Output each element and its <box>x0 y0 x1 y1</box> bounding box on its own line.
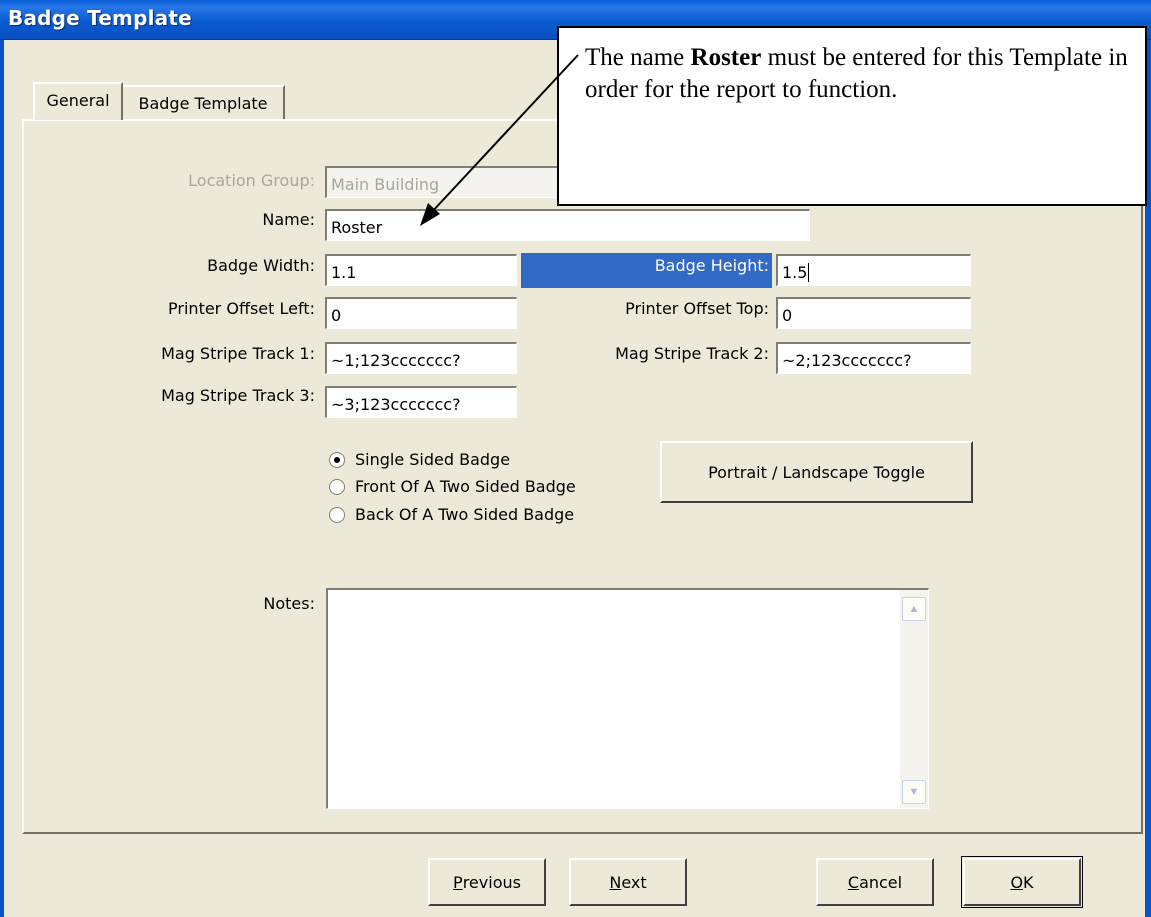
badge-width-label: Badge Width: <box>207 256 315 275</box>
tab-general-label: General <box>46 91 110 110</box>
radio-back-two-sided-control[interactable] <box>329 506 345 523</box>
name-label: Name: <box>262 210 315 229</box>
notes-text <box>328 590 928 598</box>
notes-label: Notes: <box>263 594 315 613</box>
radio-front-two-sided-label: Front Of A Two Sided Badge <box>355 477 576 496</box>
callout-text-before: The name <box>585 44 691 71</box>
location-group-label: Location Group: <box>188 171 315 190</box>
tab-general[interactable]: General <box>33 82 123 120</box>
radio-front-two-sided[interactable]: Front Of A Two Sided Badge <box>329 477 576 496</box>
badge-height-field[interactable]: 1.5 <box>776 254 971 286</box>
location-group-field: Main Building <box>325 166 585 198</box>
cancel-label: ancel <box>859 872 903 892</box>
printer-offset-left-label: Printer Offset Left: <box>168 299 315 318</box>
cancel-mnemonic: C <box>847 872 860 892</box>
printer-offset-top-label: Printer Offset Top: <box>625 299 769 318</box>
notes-textarea[interactable]: ▲ ▼ <box>326 588 929 809</box>
portrait-landscape-toggle-button[interactable]: Portrait / Landscape Toggle <box>660 441 973 503</box>
next-label: ext <box>621 872 647 892</box>
badge-height-value: 1.5 <box>782 263 808 282</box>
mag-stripe-track-2-field[interactable]: ~2;123ccccccc? <box>776 342 971 374</box>
ok-mnemonic: O <box>1010 872 1024 892</box>
printer-offset-left-field[interactable]: 0 <box>325 297 517 329</box>
window-title: Badge Template <box>8 6 192 30</box>
mag-stripe-track-1-label: Mag Stripe Track 1: <box>161 344 315 363</box>
radio-single-sided-control[interactable] <box>329 451 345 468</box>
callout-text-bold: Roster <box>690 44 762 71</box>
scroll-up-arrow-icon[interactable]: ▲ <box>902 597 926 621</box>
radio-back-two-sided[interactable]: Back Of A Two Sided Badge <box>329 505 574 524</box>
next-button[interactable]: Next <box>569 858 687 906</box>
next-mnemonic: N <box>609 872 622 892</box>
scroll-down-arrow-icon[interactable]: ▼ <box>902 780 926 804</box>
mag-stripe-track-2-label: Mag Stripe Track 2: <box>615 344 769 363</box>
printer-offset-top-field[interactable]: 0 <box>776 297 971 329</box>
mag-stripe-track-3-field[interactable]: ~3;123ccccccc? <box>325 386 517 418</box>
annotation-callout: The name Roster must be entered for this… <box>557 26 1147 206</box>
ok-label: K <box>1023 872 1034 892</box>
previous-mnemonic: P <box>453 872 463 892</box>
badge-width-field[interactable]: 1.1 <box>325 254 517 286</box>
notes-scrollbar[interactable]: ▲ ▼ <box>900 590 928 808</box>
text-cursor <box>808 263 810 282</box>
radio-back-two-sided-label: Back Of A Two Sided Badge <box>355 505 575 524</box>
cancel-button[interactable]: Cancel <box>816 858 934 906</box>
badge-height-label: Badge Height: <box>654 256 769 275</box>
portrait-landscape-toggle-label: Portrait / Landscape Toggle <box>708 462 925 482</box>
name-field[interactable]: Roster <box>325 209 810 241</box>
tab-badge-template[interactable]: Badge Template <box>123 85 285 120</box>
previous-label: revious <box>462 872 521 892</box>
radio-front-two-sided-control[interactable] <box>329 478 345 495</box>
mag-stripe-track-1-field[interactable]: ~1;123ccccccc? <box>325 342 517 374</box>
ok-button[interactable]: OK <box>963 858 1081 906</box>
radio-single-sided[interactable]: Single Sided Badge <box>329 450 510 469</box>
radio-single-sided-label: Single Sided Badge <box>355 450 511 469</box>
mag-stripe-track-3-label: Mag Stripe Track 3: <box>161 386 315 405</box>
previous-button[interactable]: Previous <box>428 858 546 906</box>
tab-badge-template-label: Badge Template <box>138 94 268 113</box>
window-frame-left <box>0 40 4 917</box>
